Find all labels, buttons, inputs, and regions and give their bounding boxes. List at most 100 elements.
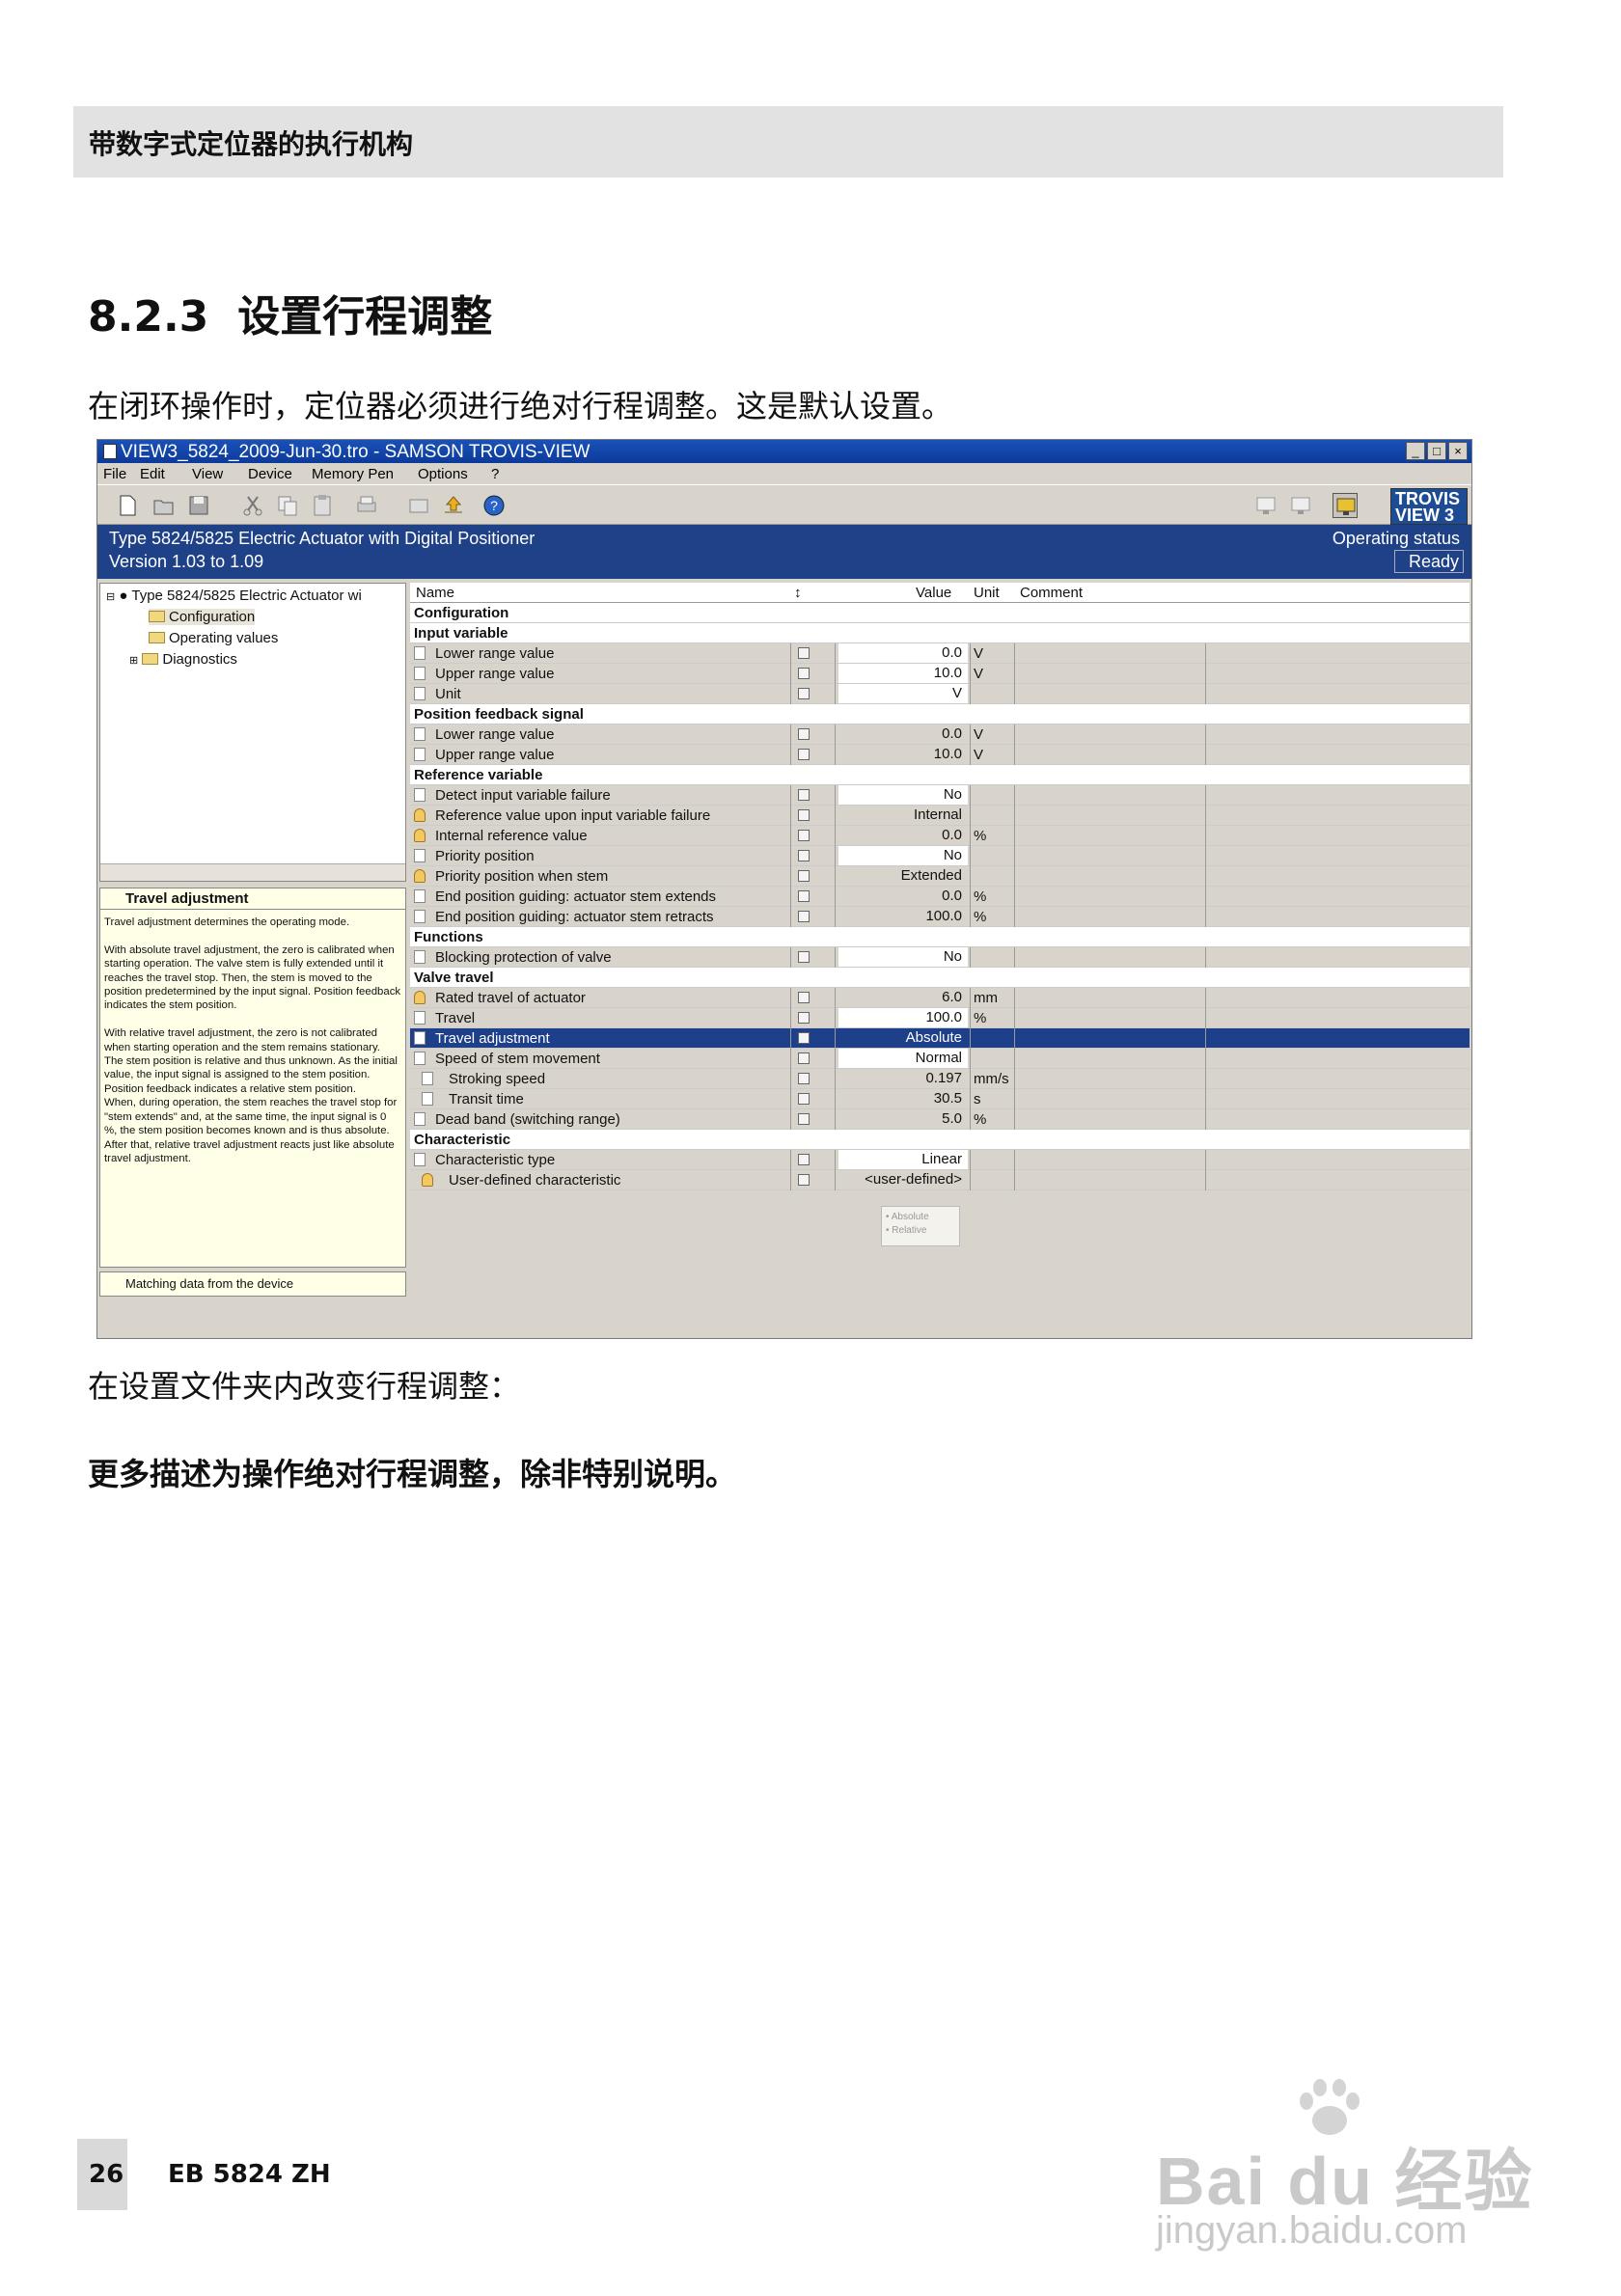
- parameter-row[interactable]: Travel adjustment Absolute: [410, 1028, 1470, 1049]
- menu-edit[interactable]: Edit: [140, 466, 165, 482]
- row-value[interactable]: 0.0: [838, 643, 968, 663]
- menu-file[interactable]: File: [103, 466, 126, 482]
- row-checkbox[interactable]: [798, 850, 810, 861]
- row-checkbox[interactable]: [798, 1113, 810, 1125]
- monitor-active-icon[interactable]: [1333, 493, 1358, 518]
- row-value[interactable]: 10.0: [838, 745, 968, 764]
- row-value[interactable]: 30.5: [838, 1089, 968, 1108]
- row-value[interactable]: 100.0: [838, 907, 968, 926]
- col-comment[interactable]: Comment: [1020, 585, 1083, 601]
- row-value[interactable]: Internal: [838, 806, 968, 825]
- help-icon[interactable]: ?: [481, 493, 507, 518]
- tree-item-diagnostics[interactable]: ⊞ Diagnostics: [129, 651, 237, 668]
- row-value[interactable]: Extended: [838, 866, 968, 886]
- row-value[interactable]: 0.0: [838, 826, 968, 845]
- row-checkbox[interactable]: [798, 1174, 810, 1186]
- row-checkbox[interactable]: [798, 911, 810, 922]
- tree-item-configuration[interactable]: Configuration: [149, 609, 256, 625]
- parameter-row[interactable]: Stroking speed 0.197 mm/s: [410, 1069, 1470, 1089]
- row-value[interactable]: 6.0: [838, 988, 968, 1007]
- row-value[interactable]: 0.0: [838, 724, 968, 744]
- tree-root[interactable]: ⊟ ● Type 5824/5825 Electric Actuator wi: [106, 588, 362, 604]
- parameter-row[interactable]: Blocking protection of valve No: [410, 947, 1470, 968]
- upload-icon[interactable]: [441, 493, 466, 518]
- row-checkbox[interactable]: [798, 1052, 810, 1064]
- row-value[interactable]: 0.197: [838, 1069, 968, 1088]
- row-checkbox[interactable]: [798, 789, 810, 801]
- parameter-row[interactable]: Travel 100.0%: [410, 1008, 1470, 1028]
- close-button[interactable]: ×: [1448, 442, 1468, 460]
- parameter-row[interactable]: Priority position No: [410, 846, 1470, 866]
- row-checkbox[interactable]: [798, 647, 810, 659]
- save-icon[interactable]: [186, 493, 211, 518]
- row-value[interactable]: Linear: [838, 1150, 968, 1169]
- row-value[interactable]: 100.0: [838, 1008, 968, 1027]
- print-icon[interactable]: [354, 493, 379, 518]
- tree-item-operating-values[interactable]: Operating values: [149, 630, 278, 646]
- open-icon[interactable]: [151, 493, 177, 518]
- maximize-button[interactable]: □: [1427, 442, 1446, 460]
- row-checkbox[interactable]: [798, 1032, 810, 1044]
- minimize-button[interactable]: _: [1406, 442, 1425, 460]
- row-checkbox[interactable]: [798, 890, 810, 902]
- parameter-row[interactable]: Internal reference value 0.0%: [410, 826, 1470, 846]
- row-checkbox[interactable]: [798, 809, 810, 821]
- parameter-row[interactable]: Speed of stem movement Normal: [410, 1049, 1470, 1069]
- menu-memory-pen[interactable]: Memory Pen: [312, 466, 394, 482]
- row-checkbox[interactable]: [798, 728, 810, 740]
- tree-scrollbar[interactable]: [100, 863, 405, 881]
- col-unit[interactable]: Unit: [974, 585, 1000, 601]
- parameter-row[interactable]: User-defined characteristic <user-defined…: [410, 1170, 1470, 1190]
- menu-help[interactable]: ?: [491, 466, 499, 482]
- grid-line: [1205, 826, 1206, 846]
- parameter-row[interactable]: Lower range value 0.0 V: [410, 643, 1470, 664]
- parameter-row[interactable]: Dead band (switching range) 5.0%: [410, 1109, 1470, 1130]
- parameter-row[interactable]: End position guiding: actuator stem exte…: [410, 887, 1470, 907]
- row-checkbox[interactable]: [798, 1012, 810, 1024]
- parameter-row[interactable]: Characteristic type Linear: [410, 1150, 1470, 1170]
- parameter-row[interactable]: Reference value upon input variable fail…: [410, 806, 1470, 826]
- row-checkbox[interactable]: [798, 1154, 810, 1165]
- row-value[interactable]: No: [838, 785, 968, 805]
- row-value[interactable]: Absolute: [838, 1028, 968, 1048]
- parameter-row[interactable]: Unit V: [410, 684, 1470, 704]
- row-checkbox[interactable]: [798, 870, 810, 882]
- parameter-row[interactable]: Rated travel of actuator 6.0 mm: [410, 988, 1470, 1008]
- row-value[interactable]: V: [838, 684, 968, 703]
- col-name[interactable]: Name: [416, 585, 454, 601]
- row-checkbox[interactable]: [798, 830, 810, 841]
- row-value[interactable]: No: [838, 846, 968, 865]
- parameter-row[interactable]: End position guiding: actuator stem retr…: [410, 907, 1470, 927]
- parameter-row[interactable]: Lower range value 0.0 V: [410, 724, 1470, 745]
- col-sort[interactable]: ↕: [794, 585, 802, 601]
- paste-icon[interactable]: [310, 493, 335, 518]
- monitor-icon[interactable]: [1288, 493, 1313, 518]
- col-value[interactable]: Value: [916, 585, 951, 601]
- menu-device[interactable]: Device: [248, 466, 292, 482]
- cut-icon[interactable]: [240, 493, 265, 518]
- row-value[interactable]: 10.0: [838, 664, 968, 683]
- row-value[interactable]: No: [838, 947, 968, 967]
- menu-options[interactable]: Options: [418, 466, 468, 482]
- row-checkbox[interactable]: [798, 668, 810, 679]
- parameter-row[interactable]: Transit time 30.5 s: [410, 1089, 1470, 1109]
- row-checkbox[interactable]: [798, 1073, 810, 1084]
- row-checkbox[interactable]: [798, 951, 810, 963]
- parameter-row[interactable]: Priority position when stem Extended: [410, 866, 1470, 887]
- row-checkbox[interactable]: [798, 688, 810, 699]
- new-icon[interactable]: [115, 493, 140, 518]
- copy-icon[interactable]: [275, 493, 300, 518]
- tool-icon[interactable]: [406, 493, 431, 518]
- row-checkbox[interactable]: [798, 1093, 810, 1105]
- row-checkbox[interactable]: [798, 992, 810, 1003]
- menu-view[interactable]: View: [192, 466, 223, 482]
- parameter-row[interactable]: Upper range value 10.0 V: [410, 664, 1470, 684]
- row-value[interactable]: 5.0: [838, 1109, 968, 1129]
- row-checkbox[interactable]: [798, 749, 810, 760]
- parameter-row[interactable]: Detect input variable failure No: [410, 785, 1470, 806]
- row-value[interactable]: 0.0: [838, 887, 968, 906]
- parameter-row[interactable]: Upper range value 10.0 V: [410, 745, 1470, 765]
- row-value[interactable]: <user-defined>: [838, 1170, 968, 1189]
- monitor-icon[interactable]: [1253, 493, 1278, 518]
- row-value[interactable]: Normal: [838, 1049, 968, 1068]
